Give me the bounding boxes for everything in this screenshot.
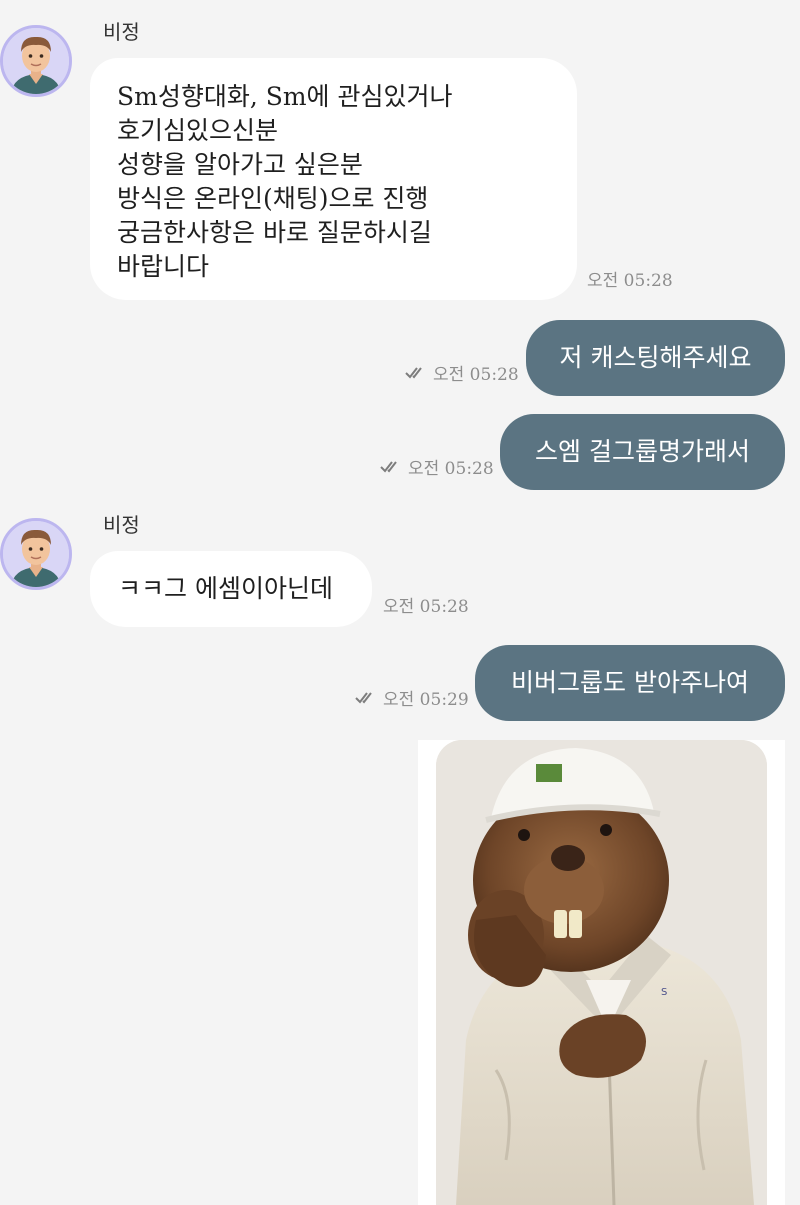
outgoing-message-bubble[interactable]: 스엠 걸그룹명가래서 (500, 414, 785, 490)
message-text-line: 궁금한사항은 바로 질문하시길 (117, 218, 432, 247)
message-timestamp: 오전 05:28 (383, 592, 469, 617)
timestamp-text: 오전 05:28 (408, 459, 494, 479)
outgoing-message-bubble[interactable]: 비버그룹도 받아주나여 (475, 645, 785, 721)
double-check-icon (405, 366, 422, 379)
double-check-icon (355, 691, 372, 704)
chat-thread: 비정 Sm성향대화, Sm에 관심있거나 호기심있으신분 성향을 알아가고 싶은… (0, 0, 800, 1205)
incoming-message-bubble[interactable]: ㅋㅋ그 에셈이아닌데 (90, 551, 372, 627)
beaver-mascot-photo: S (436, 740, 767, 1205)
message-timestamp: 오전 05:28 (380, 454, 494, 479)
timestamp-text: 오전 05:28 (383, 597, 469, 617)
message-text-line: Sm성향대화, Sm에 관심있거나 (117, 82, 453, 111)
message-text-line: ㅋㅋ그 에셈이아닌데 (118, 574, 333, 603)
message-text: 저 캐스팅해주세요 (559, 343, 752, 372)
sender-name: 비정 (103, 20, 140, 44)
message-timestamp: 오전 05:28 (587, 266, 673, 291)
incoming-message-bubble[interactable]: Sm성향대화, Sm에 관심있거나 호기심있으신분 성향을 알아가고 싶은분 방… (90, 58, 577, 300)
message-text-line: 방식은 온라인(채팅)으로 진행 (117, 184, 429, 213)
message-timestamp: 오전 05:29 (355, 685, 469, 710)
message-text: 스엠 걸그룹명가래서 (535, 437, 750, 466)
user-avatar-icon (3, 521, 69, 587)
beaver-mascot-illustration: S (436, 740, 767, 1205)
svg-text:S: S (661, 987, 667, 998)
user-avatar-icon (3, 28, 69, 94)
sender-avatar[interactable] (0, 518, 72, 590)
outgoing-message-bubble[interactable]: 저 캐스팅해주세요 (526, 320, 785, 396)
timestamp-text: 오전 05:28 (587, 271, 673, 291)
timestamp-text: 오전 05:29 (383, 690, 469, 710)
message-text-line: 성향을 알아가고 싶은분 (117, 150, 363, 179)
sender-name: 비정 (103, 513, 140, 537)
message-text: 비버그룹도 받아주나여 (511, 668, 749, 697)
message-text-line: 호기심있으신분 (117, 116, 279, 145)
sender-avatar[interactable] (0, 25, 72, 97)
message-timestamp: 오전 05:28 (405, 360, 519, 385)
timestamp-text: 오전 05:28 (433, 365, 519, 385)
message-text-line: 바랍니다 (117, 252, 210, 281)
outgoing-image-message[interactable]: S (418, 740, 785, 1205)
double-check-icon (380, 460, 397, 473)
